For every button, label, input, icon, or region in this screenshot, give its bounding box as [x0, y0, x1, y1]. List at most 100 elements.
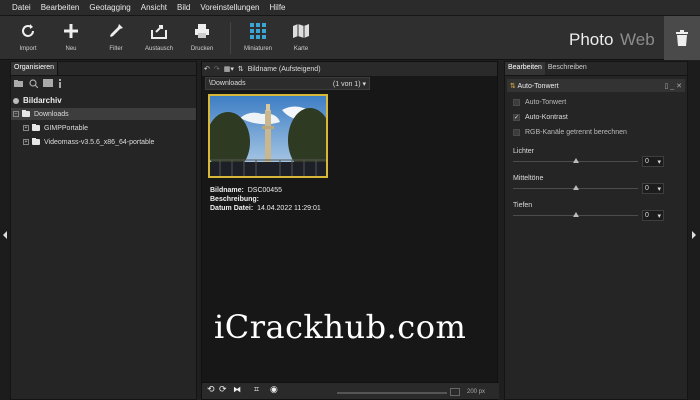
- midtones-value[interactable]: 0 ▾: [642, 183, 664, 194]
- slider-knob[interactable]: [573, 185, 579, 190]
- organize-toolbar: [11, 76, 196, 90]
- spinner-icon[interactable]: ▾: [657, 185, 661, 193]
- path-dropdown[interactable]: \Downloads (1 von 1) ▾: [205, 77, 370, 90]
- panel-title: Auto-Tonwert: [517, 82, 559, 90]
- edit-panel: Bearbeiten Beschreiben ⇅ Auto-Tonwert ▯ …: [504, 61, 688, 400]
- photo-thumbnail: [210, 96, 326, 176]
- grid-icon: [250, 23, 266, 39]
- rotate-right-icon[interactable]: ⟳: [219, 384, 227, 395]
- view-grid-icon[interactable]: ▦▾: [224, 65, 234, 73]
- new-button[interactable]: Neu: [51, 22, 91, 52]
- tab-bearbeiten[interactable]: Bearbeiten: [505, 62, 545, 75]
- checkbox-icon[interactable]: [513, 99, 520, 106]
- center-toolbar: ↶ ↷ ▦▾ ⇅ Bildname (Aufsteigend): [202, 62, 497, 76]
- menu-bild[interactable]: Bild: [177, 3, 190, 12]
- center-bottom-bar: ⟲ ⟳ ⧓ ⌗ ◉ 200 px: [202, 382, 499, 399]
- eye-icon[interactable]: ◉: [270, 384, 278, 395]
- zoom-value: 200 px: [467, 389, 486, 395]
- sort-icon[interactable]: ⇅: [238, 65, 244, 73]
- folder-icon: [32, 138, 40, 145]
- folder-icon: [32, 124, 40, 131]
- sort-order-label[interactable]: Bildname (Aufsteigend): [248, 66, 321, 73]
- menu-hilfe[interactable]: Hilfe: [270, 3, 286, 12]
- toolbar-separator: [230, 22, 231, 54]
- checkbox-auto-levels[interactable]: Auto-Tonwert: [505, 95, 687, 110]
- organize-panel: Organisieren Bildarchiv − Downloads + GI…: [10, 61, 197, 400]
- auto-levels-header[interactable]: ⇅ Auto-Tonwert ▯ _ ✕: [507, 79, 685, 92]
- mode-web-tab[interactable]: Web: [620, 30, 655, 50]
- map-icon: [293, 24, 309, 38]
- forward-arrow-icon[interactable]: ↷: [214, 65, 220, 73]
- menu-datei[interactable]: Datei: [12, 3, 31, 12]
- highlights-value[interactable]: 0 ▾: [642, 156, 664, 167]
- tree-root[interactable]: Bildarchiv: [11, 96, 196, 105]
- pipette-icon: [110, 24, 123, 37]
- folder-add-icon[interactable]: [14, 79, 24, 87]
- flip-icon[interactable]: ⧓: [233, 385, 241, 394]
- checkbox-icon[interactable]: [513, 129, 520, 136]
- shadows-label: Tiefen: [513, 202, 533, 209]
- highlights-slider[interactable]: 0 ▾: [505, 155, 687, 169]
- close-icon[interactable]: ✕: [676, 83, 682, 90]
- spinner-icon[interactable]: ▾: [657, 212, 661, 220]
- share-icon: [151, 25, 167, 39]
- zoom-slider[interactable]: [337, 392, 447, 394]
- minimize-icon[interactable]: _: [670, 83, 674, 90]
- thumbnail-view: ↶ ↷ ▦▾ ⇅ Bildname (Aufsteigend) \Downloa…: [201, 61, 499, 400]
- checkbox-rgb-channels[interactable]: RGB-Kanäle getrennt berechnen: [505, 125, 687, 140]
- trash-button[interactable]: [664, 16, 700, 60]
- refresh-arrow-icon: [22, 24, 34, 37]
- midtones-slider[interactable]: 0 ▾: [505, 182, 687, 196]
- bookmark-icon[interactable]: [43, 79, 53, 87]
- menu-bar: Datei Bearbeiten Geotagging Ansicht Bild…: [0, 0, 700, 16]
- menu-voreinstellungen[interactable]: Voreinstellungen: [200, 3, 259, 12]
- folder-icon: [22, 110, 30, 117]
- midtones-label: Mitteltöne: [513, 175, 544, 182]
- tree-item-videomass[interactable]: + Videomass-v3.5.6_x86_64-portable: [11, 136, 196, 148]
- map-button[interactable]: Karte: [281, 22, 321, 52]
- slider-knob[interactable]: [573, 212, 579, 217]
- tab-organisieren[interactable]: Organisieren: [11, 62, 59, 75]
- plus-icon: [64, 24, 78, 38]
- reset-icon[interactable]: ▯: [664, 83, 668, 90]
- zoom-box[interactable]: [450, 388, 460, 396]
- collapse-right-icon[interactable]: [692, 231, 696, 239]
- checkmark-icon[interactable]: ✓: [513, 114, 520, 121]
- checkbox-auto-contrast[interactable]: ✓ Auto-Kontrast: [505, 110, 687, 125]
- search-icon[interactable]: [29, 78, 38, 88]
- filter-button[interactable]: Filter: [96, 22, 136, 52]
- expand-icon[interactable]: +: [23, 139, 29, 145]
- menu-ansicht[interactable]: Ansicht: [141, 3, 167, 12]
- archive-icon: [13, 97, 19, 104]
- menu-geotagging[interactable]: Geotagging: [89, 3, 130, 12]
- thumbnail-dsc00455[interactable]: [208, 94, 328, 178]
- tree-item-downloads[interactable]: − Downloads: [11, 108, 196, 120]
- levels-icon: ⇅: [510, 82, 516, 90]
- mode-photo-tab[interactable]: Photo: [569, 30, 613, 50]
- expand-icon[interactable]: +: [23, 125, 29, 131]
- shadows-slider[interactable]: 0 ▾: [505, 209, 687, 223]
- back-arrow-icon[interactable]: ↶: [204, 65, 210, 73]
- highlights-label: Lichter: [513, 148, 535, 155]
- watermark-text: iCrackhub.com: [214, 308, 467, 346]
- shadows-value[interactable]: 0 ▾: [642, 210, 664, 221]
- spinner-icon[interactable]: ▾: [657, 158, 661, 166]
- main-toolbar: Import Neu Filter Austausch Drucken Mini…: [0, 16, 700, 60]
- printer-icon: [195, 24, 209, 38]
- slider-knob[interactable]: [573, 158, 579, 163]
- chevron-down-icon: ▾: [362, 80, 366, 88]
- tab-beschreiben[interactable]: Beschreiben: [545, 62, 590, 75]
- menu-bearbeiten[interactable]: Bearbeiten: [41, 3, 80, 12]
- expand-icon[interactable]: −: [13, 111, 19, 117]
- rotate-left-icon[interactable]: ⟲: [207, 384, 215, 395]
- exchange-button[interactable]: Austausch: [139, 22, 179, 52]
- crop-icon[interactable]: ⌗: [254, 384, 259, 395]
- print-button[interactable]: Drucken: [182, 22, 222, 52]
- collapse-left-icon[interactable]: [3, 231, 7, 239]
- image-metadata: Bildname: DSC00455 Beschreibung: Datum D…: [210, 187, 321, 212]
- trash-icon: [676, 30, 688, 46]
- tree-item-gimpportable[interactable]: + GIMPPortable: [11, 122, 196, 134]
- thumbnails-button[interactable]: Miniaturen: [238, 22, 278, 52]
- info-icon[interactable]: [58, 78, 62, 88]
- import-button[interactable]: Import: [8, 22, 48, 52]
